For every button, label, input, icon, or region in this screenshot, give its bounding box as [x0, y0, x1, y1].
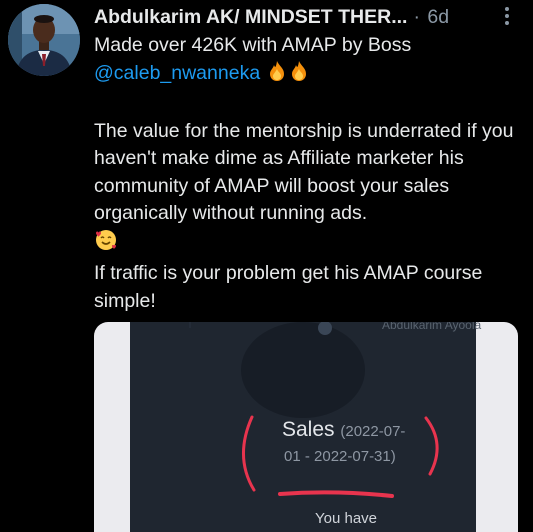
tweet-header: Abdulkarim AK/ MINDSET THER... · 6d [94, 4, 524, 30]
you-have-text: You have [315, 510, 378, 527]
right-annotation-mark [424, 416, 439, 476]
underline-annotation-mark [278, 490, 394, 498]
blurred-account-name: Abdulkarim Ayoola [382, 322, 482, 332]
tweet-paragraph-2: The value for the mentorship is underrat… [94, 119, 514, 225]
sales-label: Sales [282, 418, 335, 441]
sales-heading: Sales (2022-07- [282, 418, 405, 442]
tweet-mention-line: @caleb_nwanneka [94, 60, 526, 91]
sales-range-start: (2022-07- [340, 423, 406, 440]
mention-link[interactable]: @caleb_nwanneka [94, 62, 260, 84]
tweet-timestamp[interactable]: 6d [427, 6, 449, 28]
smiling-face-with-hearts-icon [94, 228, 118, 261]
header-separator: · [413, 6, 420, 28]
tweet-emoji-line [94, 228, 526, 261]
profile-photo-icon [8, 4, 80, 76]
tweet-line-1: Made over 426K with AMAP by Boss [94, 34, 412, 56]
left-annotation-mark [242, 415, 256, 492]
sales-range-end: 01 - 2022-07-31) [284, 448, 396, 465]
fire-icon [266, 60, 288, 91]
author-avatar[interactable] [8, 4, 80, 76]
more-options-icon [505, 7, 509, 25]
tweet-paragraph-3: If traffic is your problem get his AMAP … [94, 262, 483, 312]
author-name[interactable]: Abdulkarim AK/ MINDSET THER... [94, 6, 407, 28]
fire-icon [288, 60, 310, 91]
tweet-text: Made over 426K with AMAP by Boss @caleb_… [94, 32, 526, 315]
sales-screenshot: Abdulkarim Ayoola Sales (2022-07- 01 - 2… [130, 322, 481, 532]
more-options-button[interactable] [497, 5, 517, 27]
tweet[interactable]: Abdulkarim AK/ MINDSET THER... · 6d Made … [0, 0, 533, 532]
tweet-media-image[interactable]: Abdulkarim Ayoola Sales (2022-07- 01 - 2… [94, 322, 518, 532]
